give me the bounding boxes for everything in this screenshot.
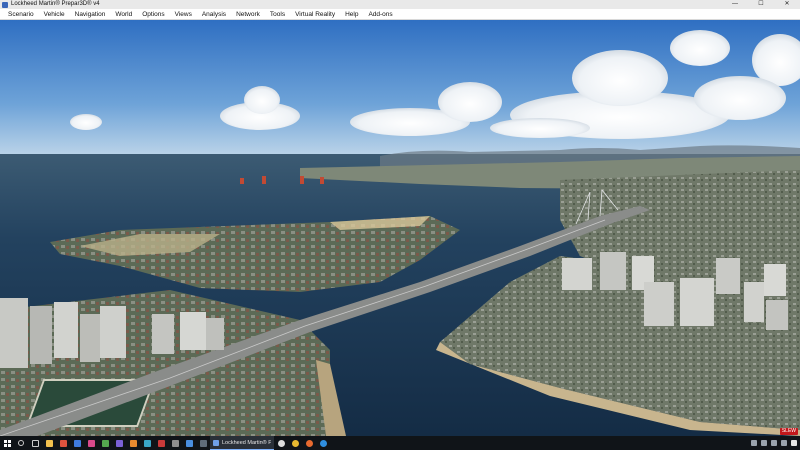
menu-bar: Scenario Vehicle Navigation World Option… xyxy=(0,9,800,20)
app-icon-11 xyxy=(185,439,193,447)
taskbar-chrome[interactable] xyxy=(288,436,302,450)
taskbar: Lockheed Martin® Pr... xyxy=(0,436,800,450)
app-icon-13 xyxy=(277,439,285,447)
minimize-button[interactable]: — xyxy=(722,0,748,9)
menu-help[interactable]: Help xyxy=(340,9,363,20)
start-icon xyxy=(3,439,11,447)
menu-virtual-reality[interactable]: Virtual Reality xyxy=(290,9,340,20)
taskbar-app-1[interactable] xyxy=(42,436,56,450)
app-icon-12 xyxy=(199,439,207,447)
task-view-button[interactable] xyxy=(28,436,42,450)
menu-world[interactable]: World xyxy=(110,9,137,20)
app-icon-7 xyxy=(129,439,137,447)
taskbar-app-4[interactable] xyxy=(84,436,98,450)
taskbar-app-9[interactable] xyxy=(154,436,168,450)
system-tray xyxy=(751,440,800,446)
app-icon-2 xyxy=(59,439,67,447)
edge-icon xyxy=(319,439,327,447)
app-icon-1 xyxy=(45,439,53,447)
maximize-button[interactable]: ☐ xyxy=(748,0,774,9)
taskbar-app-13[interactable] xyxy=(274,436,288,450)
taskbar-app-12[interactable] xyxy=(196,436,210,450)
taskbar-firefox[interactable] xyxy=(302,436,316,450)
taskbar-app-5[interactable] xyxy=(98,436,112,450)
chevron-up-icon[interactable] xyxy=(751,440,757,446)
taskbar-app-2[interactable] xyxy=(56,436,70,450)
taskbar-app-11[interactable] xyxy=(182,436,196,450)
taskbar-app-3[interactable] xyxy=(70,436,84,450)
prepar3d-icon xyxy=(213,439,219,446)
keyboard-icon[interactable] xyxy=(781,440,787,446)
menu-add-ons[interactable]: Add-ons xyxy=(363,9,397,20)
taskbar-app-8[interactable] xyxy=(140,436,154,450)
sim-viewport[interactable] xyxy=(0,20,800,436)
menu-options[interactable]: Options xyxy=(137,9,169,20)
slew-badge: SLEW xyxy=(779,428,798,435)
volume-icon[interactable] xyxy=(771,440,777,446)
task-view-icon xyxy=(31,439,39,447)
app-icon-3 xyxy=(73,439,81,447)
taskbar-active-app[interactable]: Lockheed Martin® Pr... xyxy=(210,436,274,450)
app-icon-4 xyxy=(87,439,95,447)
network-icon[interactable] xyxy=(761,440,767,446)
app-icon-5 xyxy=(101,439,109,447)
menu-tools[interactable]: Tools xyxy=(265,9,290,20)
menu-views[interactable]: Views xyxy=(170,9,197,20)
search-icon xyxy=(18,440,24,446)
menu-network[interactable]: Network xyxy=(231,9,265,20)
app-icon-9 xyxy=(157,439,165,447)
taskbar-app-7[interactable] xyxy=(126,436,140,450)
taskbar-active-app-label: Lockheed Martin® Pr... xyxy=(222,439,271,446)
app-icon-6 xyxy=(115,439,123,447)
start-button[interactable] xyxy=(0,436,14,450)
menu-analysis[interactable]: Analysis xyxy=(197,9,231,20)
search-button[interactable] xyxy=(14,436,28,450)
app-icon xyxy=(2,1,8,8)
close-button[interactable]: ✕ xyxy=(774,0,800,9)
menu-scenario[interactable]: Scenario xyxy=(3,9,39,20)
taskbar-app-10[interactable] xyxy=(168,436,182,450)
scenery-view xyxy=(0,20,800,436)
menu-navigation[interactable]: Navigation xyxy=(70,9,111,20)
taskbar-edge[interactable] xyxy=(316,436,330,450)
taskbar-app-6[interactable] xyxy=(112,436,126,450)
app-icon-8 xyxy=(143,439,151,447)
menu-vehicle[interactable]: Vehicle xyxy=(39,9,70,20)
firefox-icon xyxy=(305,439,313,447)
notification-icon[interactable] xyxy=(791,440,797,446)
chrome-icon xyxy=(291,439,299,447)
app-icon-10 xyxy=(171,439,179,447)
